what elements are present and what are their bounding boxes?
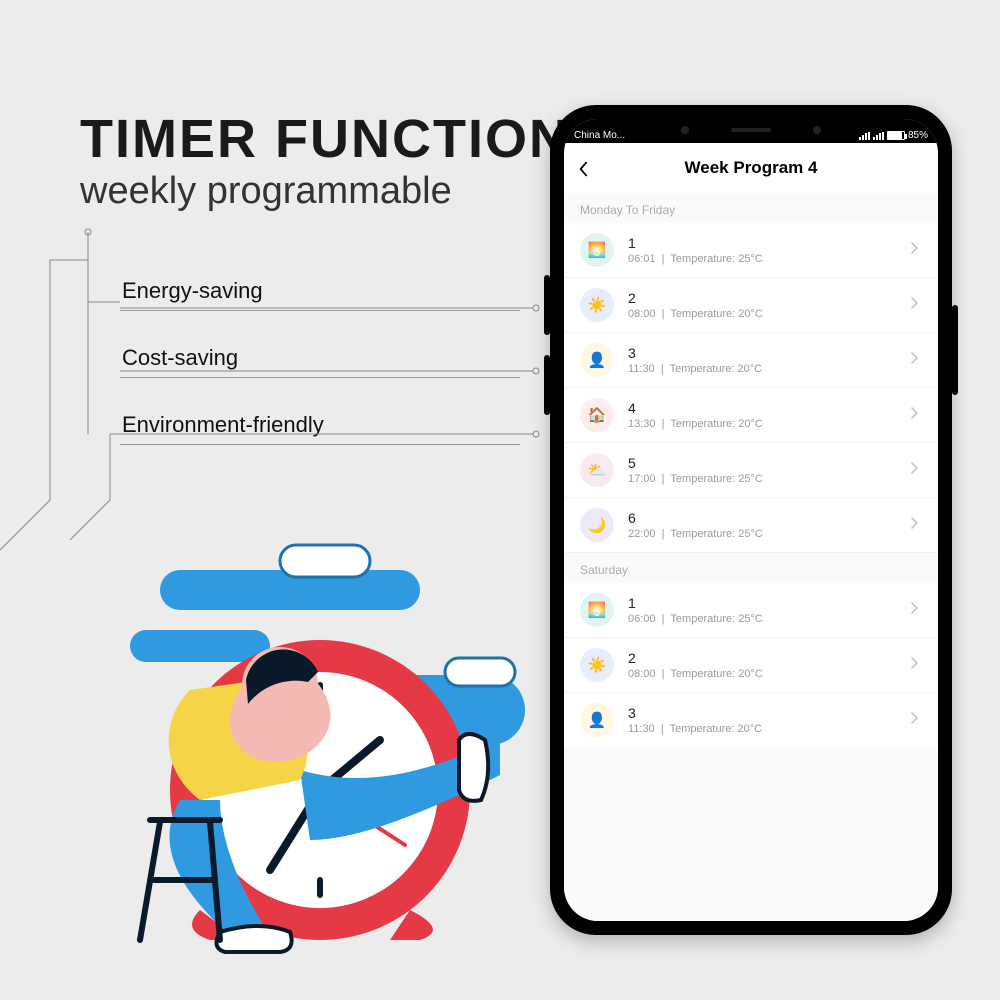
app-header: Week Program 4 — [564, 143, 938, 193]
phone-mockup: China Mo... 85% Week Program 4 Monday To… — [550, 105, 952, 935]
power-button — [952, 305, 958, 395]
row-meta: 11:30 | Temperature: 20°C — [628, 363, 910, 375]
chevron-left-icon — [578, 161, 588, 177]
feature-bullet: Environment-friendly — [120, 404, 520, 445]
sunrise-icon: 🌅 — [580, 233, 614, 267]
row-meta: 06:01 | Temperature: 25°C — [628, 253, 910, 265]
row-number: 2 — [628, 650, 910, 666]
row-number: 1 — [628, 595, 910, 611]
screen-title: Week Program 4 — [685, 158, 818, 178]
chevron-right-icon — [910, 601, 930, 619]
schedule-row[interactable]: ☀️ 2 08:00 | Temperature: 20°C — [564, 278, 938, 333]
chevron-right-icon — [910, 656, 930, 674]
row-number: 3 — [628, 705, 910, 721]
chevron-right-icon — [910, 296, 930, 314]
sunrise-icon: 🌅 — [580, 593, 614, 627]
cloud-sun-icon: ⛅ — [580, 453, 614, 487]
schedule-row[interactable]: 🌅 1 06:01 | Temperature: 25°C — [564, 223, 938, 278]
signal-icon — [873, 132, 884, 140]
row-meta: 08:00 | Temperature: 20°C — [628, 668, 910, 680]
phone-notch — [656, 119, 846, 141]
hero-title: TIMER FUNCTION — [80, 108, 570, 170]
schedule-row[interactable]: ☀️ 2 08:00 | Temperature: 20°C — [564, 638, 938, 693]
schedule-row[interactable]: 🌅 1 06:00 | Temperature: 25°C — [564, 583, 938, 638]
sun-icon: ☀️ — [580, 648, 614, 682]
schedule-row[interactable]: ⛅ 5 17:00 | Temperature: 25°C — [564, 443, 938, 498]
program-list[interactable]: Monday To Friday 🌅 1 06:01 | Temperature… — [564, 193, 938, 921]
section-header: Saturday — [564, 553, 938, 583]
row-number: 2 — [628, 290, 910, 306]
phone-screen: China Mo... 85% Week Program 4 Monday To… — [564, 119, 938, 921]
chevron-right-icon — [910, 516, 930, 534]
schedule-row[interactable]: 🏠 4 13:30 | Temperature: 20°C — [564, 388, 938, 443]
back-button[interactable] — [578, 161, 592, 175]
home-icon: 🏠 — [580, 398, 614, 432]
clock-person-illustration — [70, 540, 530, 960]
chevron-right-icon — [910, 406, 930, 424]
signal-icon — [859, 132, 870, 140]
schedule-row[interactable]: 👤 3 11:30 | Temperature: 20°C — [564, 693, 938, 747]
chevron-right-icon — [910, 241, 930, 259]
schedule-row[interactable]: 👤 3 11:30 | Temperature: 20°C — [564, 333, 938, 388]
row-number: 5 — [628, 455, 910, 471]
schedule-row[interactable]: 🌙 6 22:00 | Temperature: 25°C — [564, 498, 938, 553]
row-number: 3 — [628, 345, 910, 361]
section-header: Monday To Friday — [564, 193, 938, 223]
moon-icon: 🌙 — [580, 508, 614, 542]
chevron-right-icon — [910, 461, 930, 479]
hero-subtitle: weekly programmable — [80, 170, 452, 213]
volume-up-button — [544, 275, 550, 335]
chevron-right-icon — [910, 711, 930, 729]
feature-bullet-list: Energy-saving Cost-saving Environment-fr… — [120, 270, 520, 471]
person-icon: 👤 — [580, 703, 614, 737]
row-meta: 08:00 | Temperature: 20°C — [628, 308, 910, 320]
person-icon: 👤 — [580, 343, 614, 377]
row-number: 1 — [628, 235, 910, 251]
chevron-right-icon — [910, 351, 930, 369]
row-number: 6 — [628, 510, 910, 526]
feature-bullet: Cost-saving — [120, 337, 520, 378]
sun-icon: ☀️ — [580, 288, 614, 322]
row-number: 4 — [628, 400, 910, 416]
battery-icon — [887, 131, 905, 140]
row-meta: 22:00 | Temperature: 25°C — [628, 528, 910, 540]
volume-down-button — [544, 355, 550, 415]
row-meta: 17:00 | Temperature: 25°C — [628, 473, 910, 485]
row-meta: 11:30 | Temperature: 20°C — [628, 723, 910, 735]
battery-percent: 85% — [908, 130, 928, 141]
feature-bullet: Energy-saving — [120, 270, 520, 311]
carrier-label: China Mo... — [574, 130, 625, 141]
row-meta: 06:00 | Temperature: 25°C — [628, 613, 910, 625]
row-meta: 13:30 | Temperature: 20°C — [628, 418, 910, 430]
